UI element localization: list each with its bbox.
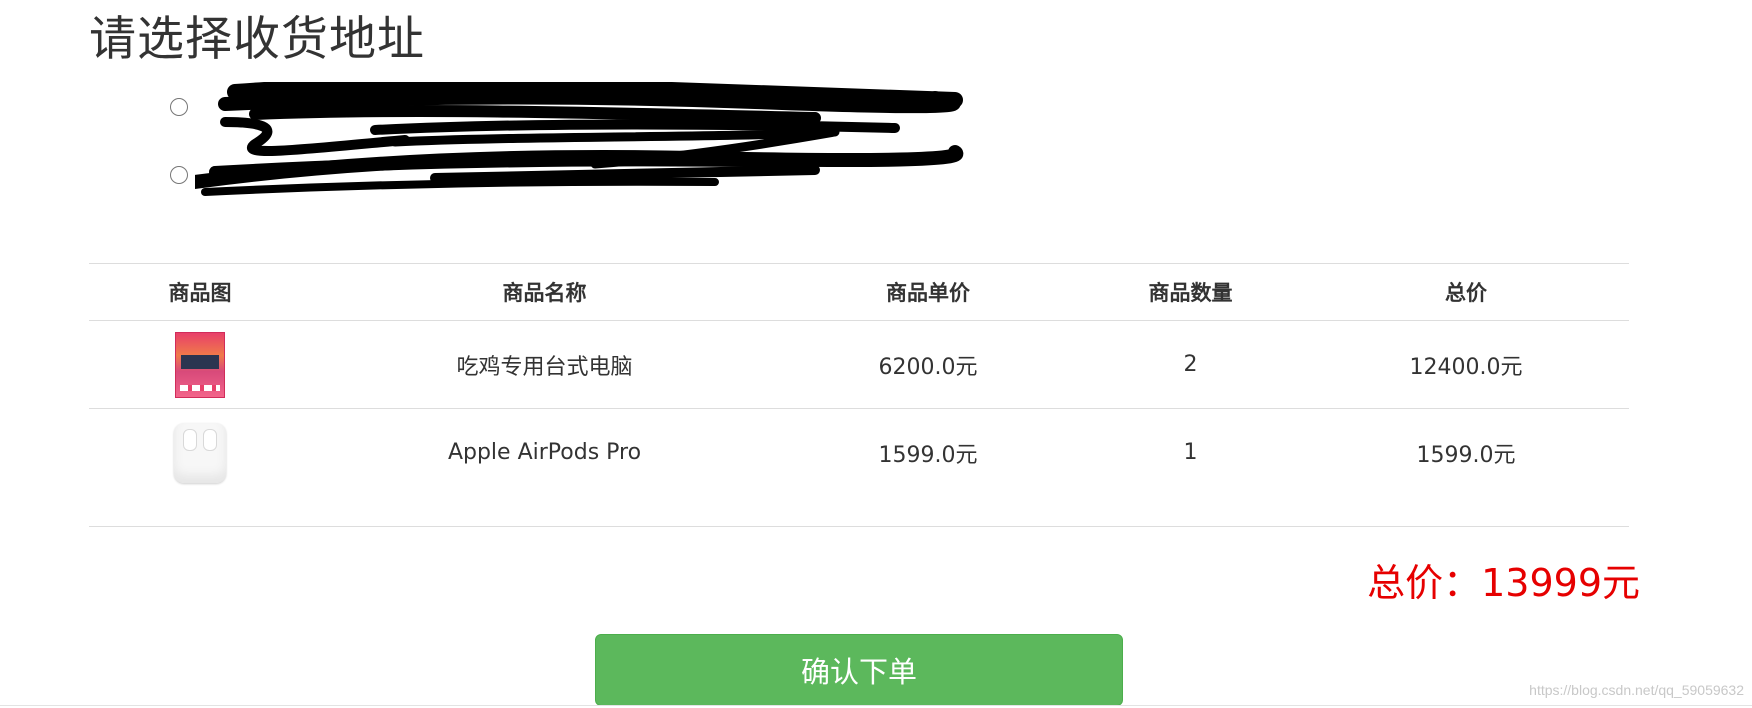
quantity: 2 — [1078, 320, 1303, 409]
product-name: 吃鸡专用台式电脑 — [311, 320, 778, 409]
table-row: Apple AirPods Pro 1599.0元 1 1599.0元 — [89, 409, 1629, 497]
spacer-cell — [89, 496, 1629, 527]
checkout-page: 请选择收货地址 商品图 商品名称 商品单价 商品数量 总价 吃鸡专用台式电脑 6… — [0, 0, 1752, 708]
header-product-name: 商品名称 — [311, 263, 778, 321]
redaction-scribble — [195, 82, 964, 196]
bottom-divider — [0, 705, 1752, 706]
grand-total: 总价：13999元 — [1367, 561, 1640, 605]
product-image-cell — [89, 409, 311, 497]
header-product-image: 商品图 — [89, 263, 311, 321]
row-total: 12400.0元 — [1303, 320, 1629, 409]
row-total: 1599.0元 — [1416, 442, 1516, 468]
product-image-cell — [89, 320, 311, 409]
page-title: 请选择收货地址 — [89, 12, 425, 67]
header-unit-price: 商品单价 — [778, 263, 1078, 321]
header-quantity: 商品数量 — [1078, 263, 1303, 321]
product-name: Apple AirPods Pro — [447, 440, 642, 465]
table-footer-spacer — [89, 496, 1629, 527]
order-table: 商品图 商品名称 商品单价 商品数量 总价 吃鸡专用台式电脑 6200.0元 2… — [89, 263, 1629, 527]
unit-price: 1599.0元 — [878, 442, 978, 468]
watermark: https://blog.csdn.net/qq_59059632 — [1529, 682, 1744, 698]
address-radio[interactable] — [170, 166, 188, 184]
gaming-pc-product-image — [175, 331, 225, 398]
table-row: 吃鸡专用台式电脑 6200.0元 2 12400.0元 — [89, 320, 1629, 409]
table-header-row: 商品图 商品名称 商品单价 商品数量 总价 — [89, 263, 1629, 321]
airpods-product-image — [174, 422, 226, 483]
quantity: 1 — [1183, 440, 1198, 465]
address-radio[interactable] — [170, 98, 188, 116]
confirm-order-button[interactable]: 确认下单 — [595, 634, 1123, 706]
unit-price: 6200.0元 — [778, 320, 1078, 409]
header-total: 总价 — [1303, 263, 1629, 321]
